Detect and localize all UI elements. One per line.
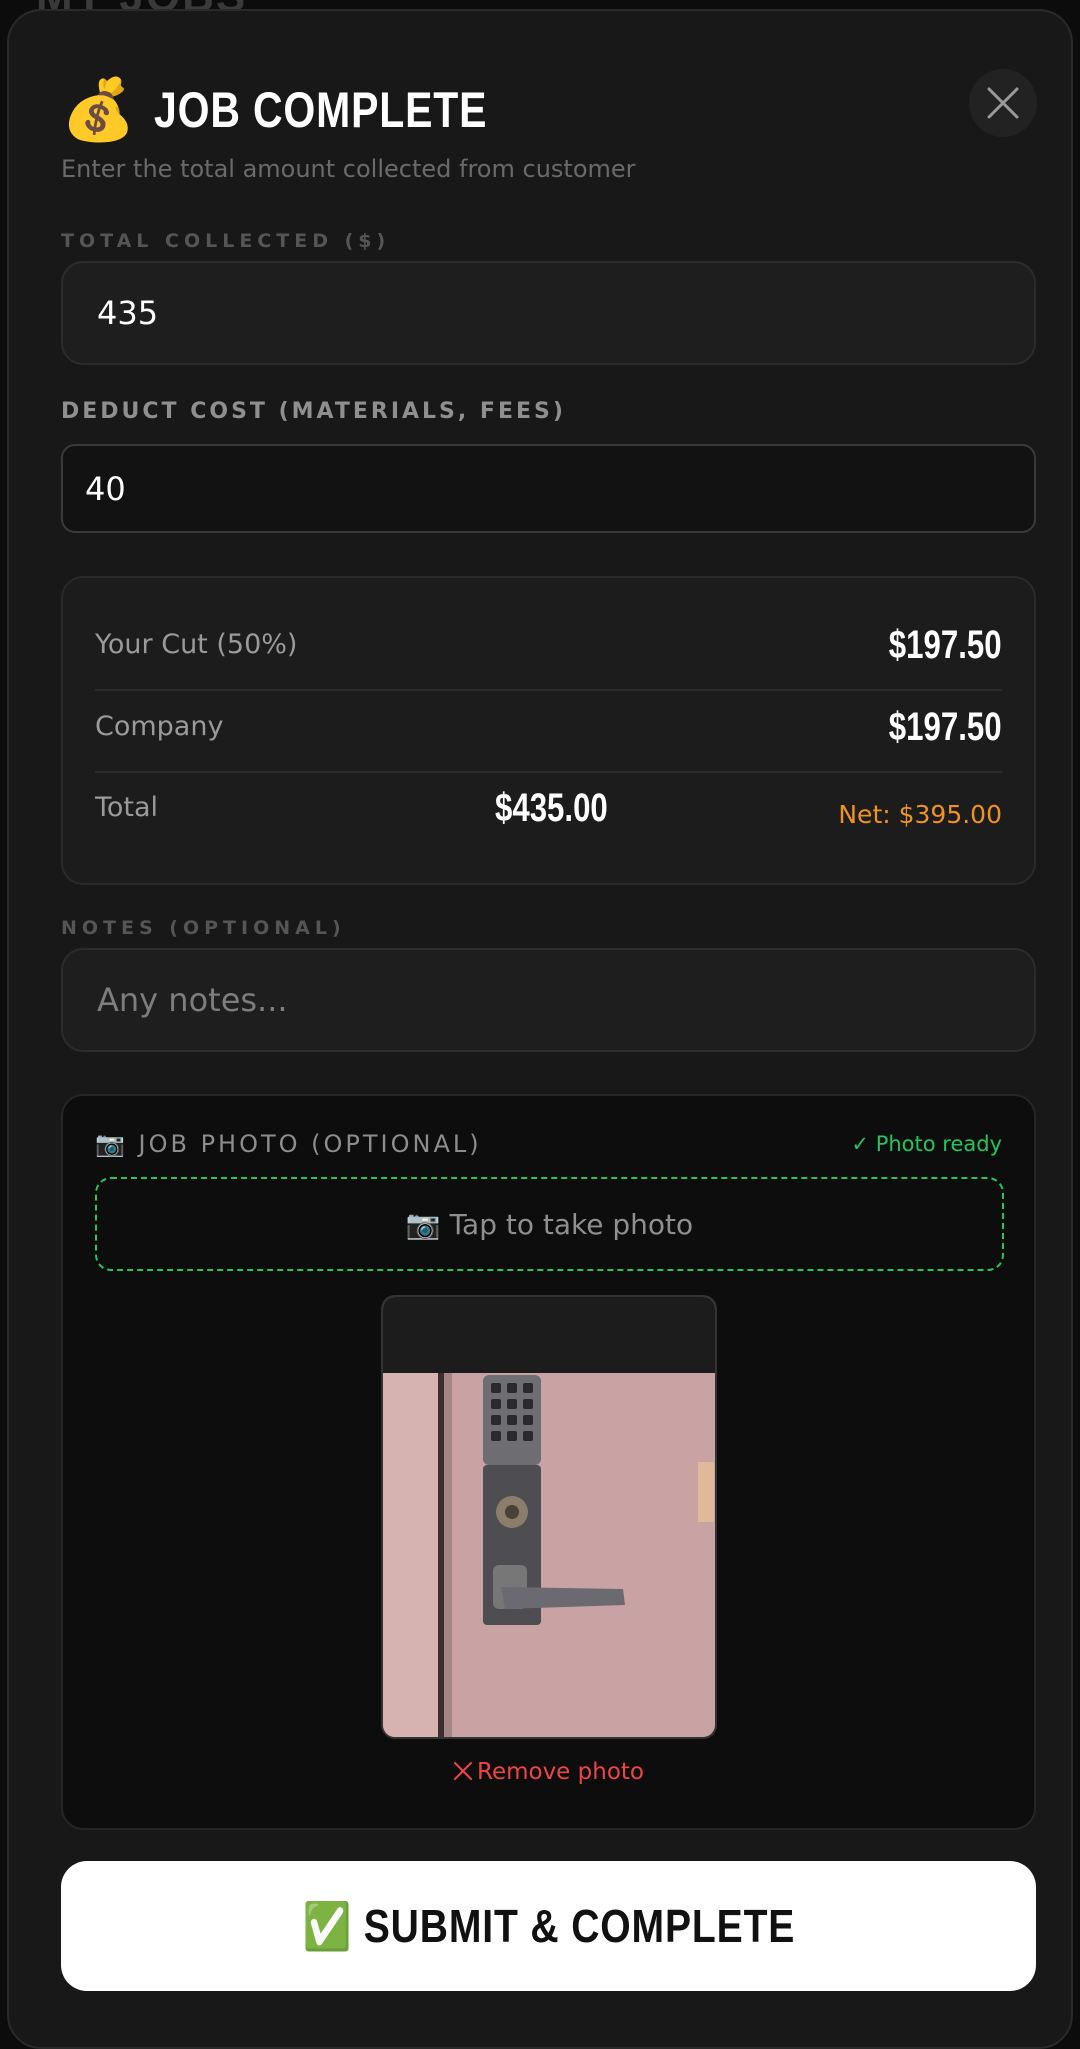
company-value: $197.50 <box>889 705 1002 749</box>
deduct-cost-label: DEDUCT COST (MATERIALS, FEES) <box>61 399 566 424</box>
modal-title: JOB COMPLETE <box>153 82 488 138</box>
job-complete-modal: 💰 JOB COMPLETE Enter the total amount co… <box>7 9 1073 2049</box>
your-cut-label: Your Cut (50%) <box>95 629 298 660</box>
close-icon <box>987 87 1019 119</box>
net-amount: Net: $395.00 <box>838 800 1002 829</box>
total-collected-label: TOTAL COLLECTED ($) <box>61 230 391 252</box>
submit-complete-label: ✅ SUBMIT & COMPLETE <box>302 1899 795 1952</box>
total-value: $435.00 <box>495 786 608 830</box>
job-photo-thumbnail <box>381 1295 717 1739</box>
door-lock-photo <box>383 1297 715 1737</box>
payout-summary-card: Your Cut (50%) $197.50 Company $197.50 T… <box>61 576 1036 885</box>
job-photo-label: 📷 JOB PHOTO (OPTIONAL) <box>95 1130 482 1158</box>
take-photo-button[interactable]: 📷 Tap to take photo <box>95 1177 1004 1271</box>
notes-label: NOTES (OPTIONAL) <box>61 917 346 939</box>
company-label: Company <box>95 711 224 742</box>
submit-complete-button[interactable]: ✅ SUBMIT & COMPLETE <box>61 1861 1036 1991</box>
take-photo-label: 📷 Tap to take photo <box>405 1207 694 1241</box>
your-cut-value: $197.50 <box>889 623 1002 667</box>
modal-subtitle: Enter the total amount collected from cu… <box>61 155 636 183</box>
company-row: Company $197.50 <box>95 705 1002 755</box>
job-photo-card: 📷 JOB PHOTO (OPTIONAL) ✓ Photo ready 📷 T… <box>61 1094 1036 1830</box>
deduct-cost-input[interactable]: 40 <box>61 444 1036 533</box>
close-icon <box>454 1762 472 1780</box>
total-row: Total $435.00 Net: $395.00 <box>95 786 1002 836</box>
close-button[interactable] <box>969 69 1037 137</box>
total-collected-value: 435 <box>97 294 159 332</box>
notes-input[interactable]: Any notes... <box>61 948 1036 1052</box>
remove-photo-button[interactable]: Remove photo <box>63 1759 1034 1785</box>
summary-divider <box>95 771 1002 773</box>
modal-header: 💰 JOB COMPLETE <box>61 75 560 145</box>
summary-divider <box>95 689 1002 691</box>
deduct-cost-value: 40 <box>85 469 126 508</box>
money-bag-icon: 💰 <box>61 75 136 145</box>
photo-ready-status: ✓ Photo ready <box>851 1132 1002 1156</box>
total-label: Total <box>95 792 159 823</box>
total-collected-input[interactable]: 435 <box>61 261 1036 365</box>
remove-photo-label: Remove photo <box>477 1759 644 1785</box>
notes-placeholder: Any notes... <box>97 981 288 1019</box>
your-cut-row: Your Cut (50%) $197.50 <box>95 623 1002 673</box>
